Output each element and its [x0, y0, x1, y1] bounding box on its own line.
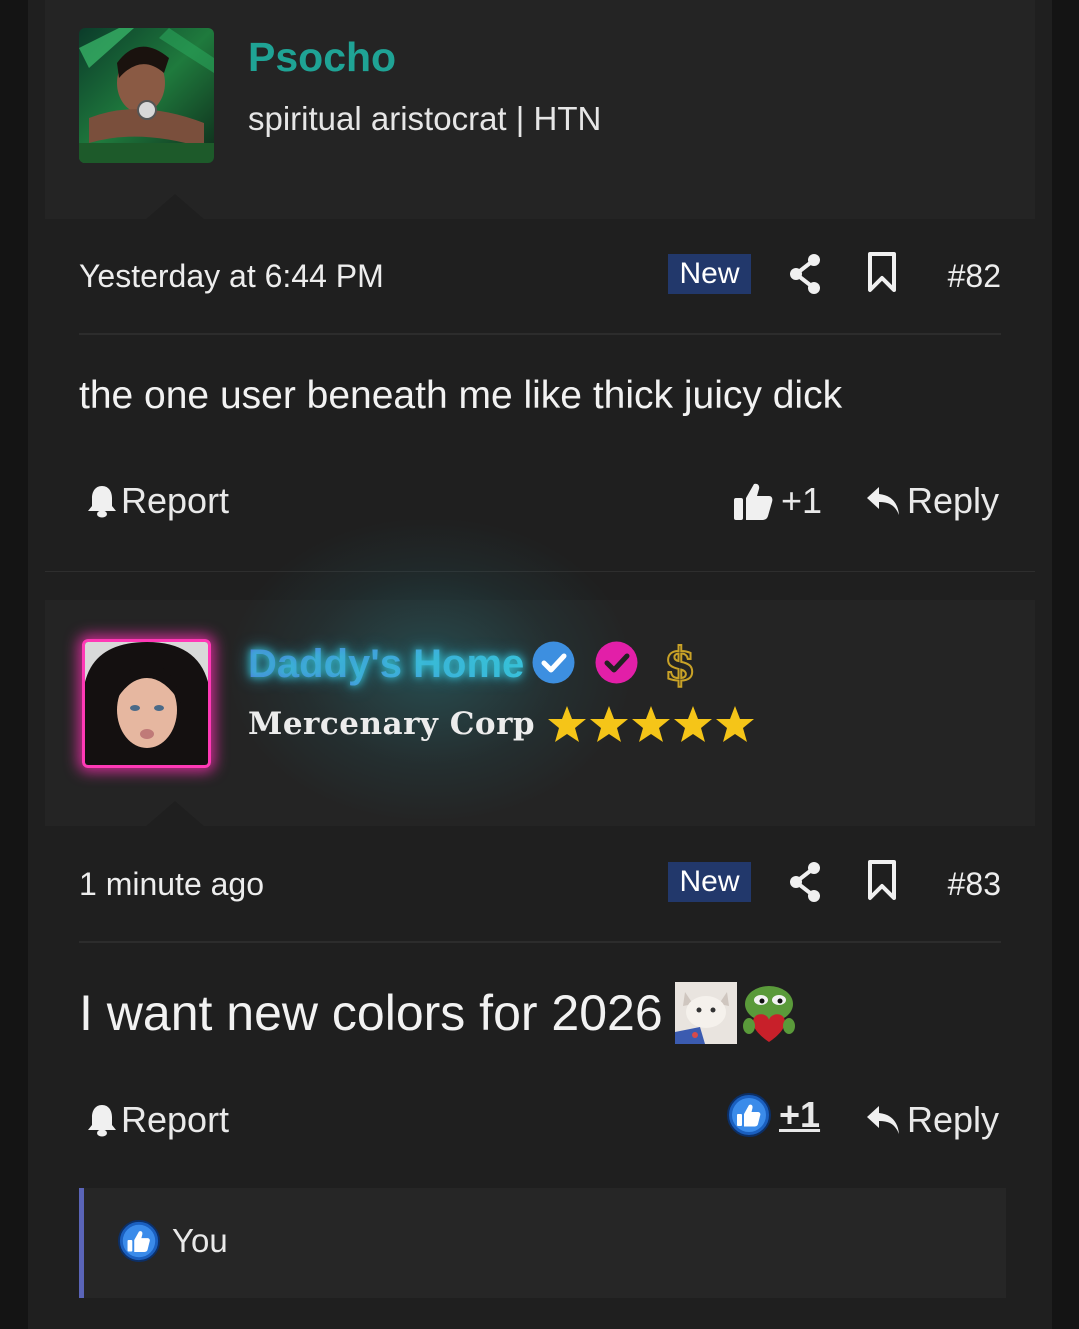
- like-icon: [118, 1220, 160, 1262]
- meta-divider: [79, 941, 1001, 943]
- reply-label: Reply: [906, 1099, 999, 1140]
- avatar-daddys-home[interactable]: [82, 639, 211, 768]
- like-count[interactable]: +1: [779, 1094, 820, 1136]
- like-count: +1: [781, 480, 823, 521]
- post-body-text: I want new colors for 2026: [79, 985, 663, 1041]
- cat-emoji-icon: [674, 982, 737, 1044]
- svg-text:$: $: [664, 637, 696, 690]
- user-title: Mercenary Corp: [248, 706, 536, 742]
- star-rating: [547, 704, 755, 744]
- avatar-image: [79, 28, 214, 163]
- bell-icon: [88, 1105, 116, 1137]
- post-date[interactable]: 1 minute ago: [79, 866, 264, 903]
- avatar-psocho[interactable]: [79, 28, 214, 163]
- star-icon: [590, 706, 629, 742]
- thumbs-up-icon: [734, 483, 773, 520]
- reply-label: Reply: [906, 480, 999, 521]
- share-icon[interactable]: [788, 858, 822, 902]
- username-daddys-home[interactable]: Daddy's Home: [248, 642, 524, 687]
- post-number[interactable]: #82: [948, 258, 1001, 295]
- reaction-item[interactable]: You: [118, 1220, 228, 1262]
- post-body: I want new colors for 2026: [79, 982, 799, 1044]
- username-psocho[interactable]: Psocho: [248, 34, 396, 81]
- post-83-actions: Report +1 Reply: [79, 1093, 1001, 1145]
- star-icon: [548, 706, 587, 742]
- report-button[interactable]: Report: [87, 1099, 229, 1141]
- bookmark-icon[interactable]: [866, 250, 898, 294]
- reactions-bar[interactable]: You: [79, 1188, 1006, 1298]
- report-label: Report: [121, 480, 230, 521]
- post-83-meta: 1 minute ago New #83: [79, 858, 1001, 914]
- new-badge: New: [668, 254, 751, 294]
- post-82-meta: Yesterday at 6:44 PM New #82: [79, 250, 1001, 306]
- star-icon: [632, 706, 671, 742]
- pepe-heart-emoji-icon: [736, 982, 799, 1044]
- post-body: the one user beneath me like thick juicy…: [79, 374, 843, 417]
- reply-button[interactable]: Reply: [865, 480, 999, 522]
- star-icon: [716, 706, 755, 742]
- avatar-image: [85, 642, 208, 765]
- username-text: Daddy's Home: [248, 642, 525, 686]
- meta-divider: [79, 333, 1001, 335]
- userbar-notch: [145, 194, 205, 220]
- user-title: spiritual aristocrat | HTN: [248, 100, 602, 137]
- bell-icon: [88, 486, 116, 518]
- post-number[interactable]: #83: [948, 866, 1001, 903]
- dollar-icon: $: [663, 636, 697, 690]
- share-icon[interactable]: [788, 250, 822, 294]
- userbar-notch: [145, 801, 205, 827]
- user-title-row: Mercenary Corp: [248, 704, 755, 744]
- reply-icon: [866, 487, 899, 515]
- verified-pink-icon: [595, 641, 638, 684]
- post-date[interactable]: Yesterday at 6:44 PM: [79, 258, 384, 295]
- like-button[interactable]: +1: [733, 480, 822, 522]
- reply-button[interactable]: Reply: [865, 1099, 999, 1141]
- report-label: Report: [121, 1099, 230, 1140]
- report-button[interactable]: Report: [87, 480, 229, 522]
- emoji-group: [674, 982, 799, 1044]
- reaction-user[interactable]: You: [172, 1222, 228, 1260]
- like-button[interactable]: +1: [727, 1093, 820, 1137]
- verified-blue-icon: [532, 641, 575, 684]
- star-icon: [674, 706, 713, 742]
- post-82-actions: Report +1 Reply: [79, 476, 1001, 526]
- new-badge: New: [668, 862, 751, 902]
- like-reaction-icon: [727, 1093, 771, 1137]
- bookmark-icon[interactable]: [866, 858, 898, 902]
- reply-icon: [866, 1106, 899, 1134]
